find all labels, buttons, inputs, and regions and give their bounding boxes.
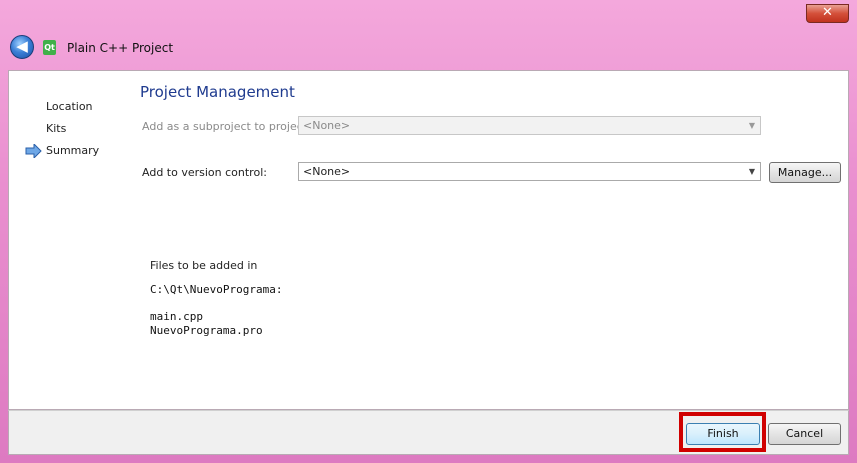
page-title: Project Management [140,83,295,101]
step-kits: Kits [46,122,67,135]
subproject-combo: <None> ▼ [298,116,761,135]
chevron-down-icon: ▼ [748,121,755,130]
chevron-down-icon: ▼ [748,167,755,176]
close-icon: ✕ [822,5,833,20]
current-step-arrow-icon [25,144,42,158]
vcs-label: Add to version control: [142,166,267,179]
wizard-steps: Location Kits Summary [9,71,139,409]
files-summary: Files to be added in C:\Qt\NuevoPrograma… [150,259,282,337]
step-location: Location [46,100,93,113]
wizard-content: Location Kits Summary Project Management… [8,70,849,410]
vcs-combo[interactable]: <None> ▼ [298,162,761,181]
step-summary: Summary [46,144,100,157]
close-button[interactable]: ✕ [806,4,849,23]
qt-creator-icon: Qt [43,40,56,55]
vcs-value: <None> [303,165,351,178]
file-item: main.cpp [150,310,203,323]
finish-button[interactable]: Finish [686,423,760,445]
window-title: Plain C++ Project [67,41,174,55]
files-title: Files to be added in [150,259,258,272]
back-arrow-icon: ◀ [16,37,28,55]
subproject-label: Add as a subproject to project: [142,120,311,133]
subproject-value: <None> [303,119,351,132]
file-item: NuevoPrograma.pro [150,324,263,337]
manage-button[interactable]: Manage... [769,162,841,183]
cancel-button[interactable]: Cancel [768,423,841,445]
back-button[interactable]: ◀ [10,35,34,59]
files-path: C:\Qt\NuevoPrograma: [150,283,283,296]
